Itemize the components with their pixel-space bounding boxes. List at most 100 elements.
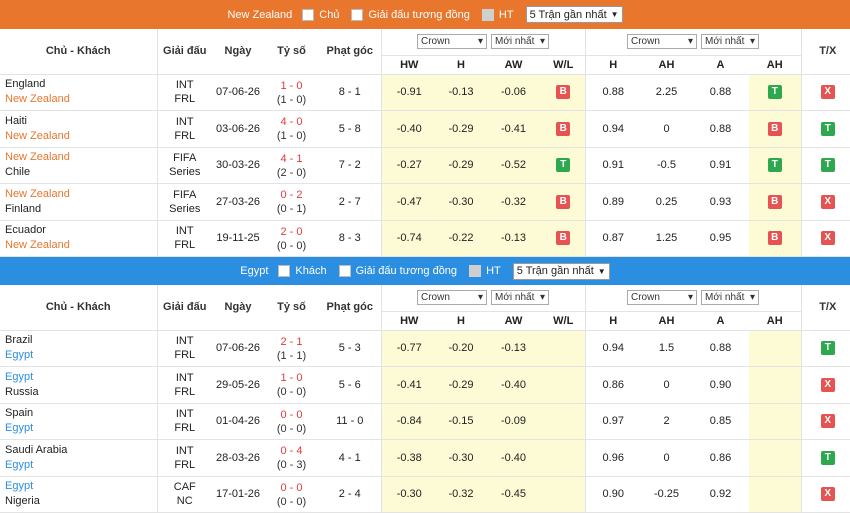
table-row[interactable]: New Zealand Finland FIFA Series 27-03-26 0 -… [0, 183, 850, 221]
away-team[interactable]: Egypt [5, 348, 157, 363]
ah-home-odds: 0.89 [584, 183, 641, 221]
half-time-score: (0 - 0) [276, 239, 307, 252]
same-league-checkbox[interactable] [351, 8, 364, 21]
home-team[interactable]: Haiti [5, 114, 157, 129]
ah-away-odds: 0.95 [692, 220, 749, 257]
odds-h: -0.29 [437, 147, 485, 184]
over-under-badge: T [820, 121, 835, 136]
home-team[interactable]: Egypt [5, 479, 157, 494]
away-team[interactable]: Finland [5, 202, 157, 217]
home-team[interactable]: Ecuador [5, 223, 157, 238]
match-teams: New Zealand Chile [0, 147, 157, 184]
ah-result [749, 476, 801, 513]
home-team[interactable]: England [5, 77, 157, 92]
match-teams: Spain Egypt [0, 403, 157, 440]
away-team[interactable]: Russia [5, 385, 157, 400]
over-under: X [800, 476, 850, 513]
odds-h: -0.32 [437, 476, 485, 513]
home-team[interactable]: New Zealand [5, 187, 157, 202]
odds-group-header: Crown ▾ Mới nhất ▾ [380, 29, 585, 56]
corners: 4 - 1 [319, 439, 381, 477]
away-team[interactable]: New Zealand [5, 238, 157, 253]
home-team[interactable]: Brazil [5, 333, 157, 348]
result-badge: B [556, 231, 571, 246]
table-row[interactable]: Egypt Nigeria CAF NC 17-01-26 0 - 0 (0 - 0) 2 … [0, 476, 850, 513]
full-time-score[interactable]: 0 - 4 [264, 444, 319, 459]
ht-checkbox[interactable] [481, 8, 494, 21]
chevron-down-icon: ▾ [749, 292, 755, 304]
league: INT FRL [156, 366, 212, 404]
score-cell: 0 - 0 (0 - 0) [264, 403, 319, 440]
ht-label: HT [486, 265, 501, 277]
odds-h: -0.15 [437, 403, 485, 440]
away-team[interactable]: Nigeria [5, 494, 157, 509]
table-row[interactable]: Egypt Russia INT FRL 29-05-26 1 - 0 (0 - 0) 5 … [0, 366, 850, 404]
bookmaker-select[interactable]: Crown ▾ [417, 290, 487, 306]
away-team[interactable]: Egypt [5, 421, 157, 436]
full-time-score[interactable]: 0 - 2 [264, 188, 319, 203]
home-team[interactable]: Egypt [5, 370, 157, 385]
full-time-score[interactable]: 4 - 0 [264, 115, 319, 130]
league: INT FRL [156, 74, 212, 111]
odds-time-select[interactable]: Mới nhất ▾ [701, 34, 759, 50]
full-time-score[interactable]: 2 - 0 [264, 225, 319, 240]
odds-aw: -0.32 [485, 183, 542, 221]
match-count-select[interactable]: 5 Trận gần nhất ▼ [512, 262, 610, 280]
side-filter[interactable]: Chủ [302, 8, 339, 21]
match-count-select[interactable]: 5 Trận gần nhất ▼ [525, 6, 623, 23]
table-row[interactable]: England New Zealand INT FRL 07-06-26 1 - 0 (1… [0, 74, 850, 111]
ah-line: 1.5 [641, 330, 692, 367]
full-time-score[interactable]: 0 - 0 [264, 408, 319, 423]
odds-hw: -0.41 [380, 366, 437, 404]
away-team[interactable]: New Zealand [5, 129, 157, 144]
away-team[interactable]: Chile [5, 165, 157, 180]
side-checkbox[interactable] [302, 8, 315, 21]
odds-aw: -0.09 [485, 403, 542, 440]
table-row[interactable]: Ecuador New Zealand INT FRL 19-11-25 2 - 0 (0… [0, 220, 850, 257]
full-time-score[interactable]: 2 - 1 [264, 335, 319, 350]
ht-filter[interactable]: HT [469, 265, 501, 277]
bookmaker-select[interactable]: Crown ▾ [627, 34, 697, 50]
odds-aw: -0.40 [485, 366, 542, 404]
side-filter[interactable]: Khách [278, 265, 327, 277]
odds-aw: -0.52 [485, 147, 542, 184]
home-team[interactable]: New Zealand [5, 150, 157, 165]
odds-group-header: Crown ▾ Mới nhất ▾ [380, 285, 585, 312]
half-time-score: (0 - 1) [276, 203, 307, 216]
league: INT FRL [156, 110, 212, 148]
full-time-score[interactable]: 4 - 1 [264, 152, 319, 167]
side-checkbox[interactable] [278, 265, 291, 277]
ah-result [749, 330, 801, 367]
same-league-filter[interactable]: Giải đấu tương đồng [351, 8, 470, 21]
away-team[interactable]: Egypt [5, 458, 157, 473]
full-time-score[interactable]: 1 - 0 [264, 79, 319, 94]
odds-time-select[interactable]: Mới nhất ▾ [701, 290, 759, 306]
chevron-down-icon: ▾ [749, 36, 755, 48]
match-date: 17-01-26 [212, 476, 264, 513]
away-team[interactable]: New Zealand [5, 92, 157, 107]
table-row[interactable]: Spain Egypt INT FRL 01-04-26 0 - 0 (0 - 0) 11 … [0, 403, 850, 440]
odds-time-select[interactable]: Mới nhất ▾ [491, 290, 549, 306]
table-row[interactable]: Saudi Arabia Egypt INT FRL 28-03-26 0 - 4 (0 … [0, 439, 850, 477]
table-row[interactable]: Haiti New Zealand INT FRL 03-06-26 4 - 0 (1 -… [0, 110, 850, 148]
same-league-filter[interactable]: Giải đấu tương đồng [338, 265, 457, 277]
ht-checkbox[interactable] [469, 265, 482, 277]
ht-filter[interactable]: HT [481, 8, 514, 21]
home-team[interactable]: Spain [5, 406, 157, 421]
table-row[interactable]: New Zealand Chile FIFA Series 30-03-26 4 - 1… [0, 147, 850, 184]
home-team[interactable]: Saudi Arabia [5, 443, 157, 458]
full-time-score[interactable]: 1 - 0 [264, 371, 319, 386]
odds-time-select[interactable]: Mới nhất ▾ [491, 34, 549, 50]
table-row[interactable]: Brazil Egypt INT FRL 07-06-26 2 - 1 (1 - 1) 5 … [0, 330, 850, 367]
same-league-checkbox[interactable] [338, 265, 351, 277]
full-time-score[interactable]: 0 - 0 [264, 481, 319, 496]
bookmaker-select[interactable]: Crown ▾ [627, 290, 697, 306]
bookmaker-select[interactable]: Crown ▾ [417, 34, 487, 50]
match-date: 28-03-26 [212, 439, 264, 477]
league: CAF NC [156, 476, 212, 513]
over-under-badge: X [820, 377, 835, 392]
over-under: X [800, 74, 850, 111]
half-time-score: (0 - 0) [276, 386, 307, 399]
score-cell: 2 - 0 (0 - 0) [264, 220, 319, 257]
score-cell: 1 - 0 (1 - 0) [264, 74, 319, 111]
